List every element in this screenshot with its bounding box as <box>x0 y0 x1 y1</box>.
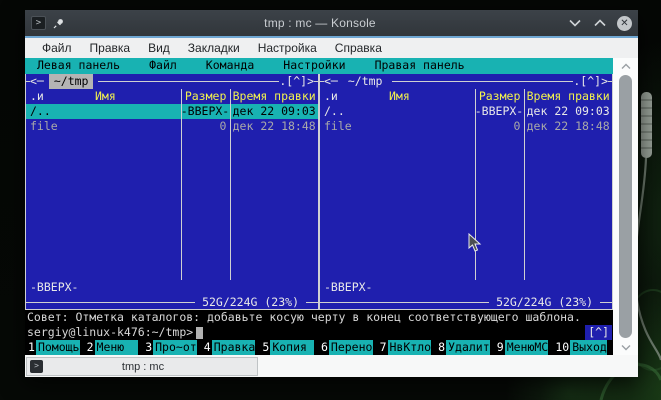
left-panel-column-headers: .и Имя Размер Время правки <box>26 89 318 104</box>
fkey-view[interactable]: 3Про~отр <box>144 340 203 355</box>
menu-file[interactable]: Файл <box>33 41 81 55</box>
history-badge[interactable]: [^] <box>585 325 612 340</box>
mc-menu-file[interactable]: Файл <box>149 58 177 74</box>
titlebar[interactable]: > tmp : mc — Konsole ✕ <box>25 10 638 36</box>
fkey-edit[interactable]: 4Правка <box>203 340 262 355</box>
mc-menu-options[interactable]: Настройки <box>283 58 345 74</box>
fkey-quit[interactable]: 10Выход <box>554 340 613 355</box>
fkey-delete[interactable]: 8Удалить <box>437 340 496 355</box>
fkey-help[interactable]: 1Помощь <box>27 340 86 355</box>
minimize-button[interactable] <box>567 15 583 31</box>
mc-menu-command[interactable]: Команда <box>206 58 254 74</box>
mc-menu-right-panel[interactable]: Правая панель <box>375 58 465 74</box>
col-header-name[interactable]: Имя <box>95 89 116 103</box>
panel-back-marker[interactable]: <─ <box>324 74 338 89</box>
scrollbar-thumb[interactable] <box>619 75 632 338</box>
left-free-space: 52G/224G (23%) <box>195 295 306 310</box>
fkey-menu[interactable]: 2Меню <box>86 340 145 355</box>
right-panel-header-line: <─ ~/tmp .[^]> <box>320 74 612 89</box>
col-header-mtime[interactable]: Время правки <box>524 89 612 104</box>
konsole-menubar: Файл Правка Вид Закладки Настройка Справ… <box>25 38 638 58</box>
maximize-button[interactable] <box>592 15 608 31</box>
left-panel-ministatus: -ВВЕРХ- <box>26 280 318 295</box>
mc-menubar: Левая панель Файл Команда Настройки Прав… <box>25 58 613 74</box>
panel-up-marker[interactable]: .[^]> <box>573 74 608 89</box>
right-free-space: 52G/224G (23%) <box>489 295 600 310</box>
right-panel-column-headers: .и Имя Размер Время правки <box>320 89 612 104</box>
left-panel-footer: 52G/224G (23%) <box>26 295 318 309</box>
konsole-app-icon: > <box>31 16 46 30</box>
file-row-updir-selected[interactable]: /.. -ВВЕРХ- дек 22 09:03 <box>26 104 318 119</box>
left-panel-path[interactable]: ~/tmp <box>49 74 94 89</box>
right-panel-path[interactable]: ~/tmp <box>343 74 388 89</box>
shell-prompt: sergiy@linux-k476:~/tmp> <box>27 325 193 340</box>
left-panel-header-line: <─ ~/tmp .[^]> <box>26 74 318 89</box>
pin-icon[interactable] <box>53 17 65 29</box>
column-separator <box>230 89 231 280</box>
shell-prompt-line[interactable]: sergiy@linux-k476:~/tmp> [^] <box>25 325 613 340</box>
close-button[interactable]: ✕ <box>617 16 632 31</box>
file-row[interactable]: file 0 дек 22 18:48 <box>320 119 612 134</box>
tab-tmp-mc[interactable]: > tmp : mc <box>26 357 258 376</box>
mc-menu-left-panel[interactable]: Левая панель <box>37 58 120 74</box>
fkey-pulldn[interactable]: 9МенюМС <box>496 340 555 355</box>
konsole-tabbar: > tmp : mc <box>25 355 638 377</box>
left-panel-body: .и Имя Размер Время правки /.. -ВВЕРХ- де… <box>26 89 318 295</box>
col-header-size[interactable]: Размер <box>475 89 525 104</box>
right-panel-footer: 52G/224G (23%) <box>320 295 612 309</box>
konsole-window: > tmp : mc — Konsole ✕ <box>25 10 638 377</box>
panel-back-marker[interactable]: <─ <box>30 74 44 89</box>
tab-label: tmp : mc <box>49 361 257 373</box>
menu-bookmarks[interactable]: Закладки <box>179 41 249 55</box>
terminal-area: Левая панель Файл Команда Настройки Прав… <box>25 58 638 355</box>
function-key-bar: 1Помощь 2Меню 3Про~отр 4Правка 5Копия 6П… <box>25 340 613 355</box>
fkey-mkdir[interactable]: 7НвКтлог <box>379 340 438 355</box>
text-cursor <box>196 327 203 339</box>
scroll-down-icon[interactable] <box>613 340 638 354</box>
column-separator <box>181 89 182 280</box>
right-panel-ministatus: -ВВЕРХ- <box>320 280 612 295</box>
fkey-copy[interactable]: 5Копия <box>261 340 320 355</box>
mc-hint-line: Совет: Отметка каталогов: добавьте косую… <box>25 310 613 325</box>
file-row-updir[interactable]: /.. -ВВЕРХ- дек 22 09:03 <box>320 104 612 119</box>
sort-indicator[interactable]: .и <box>30 89 44 104</box>
terminal-tab-icon: > <box>30 360 43 373</box>
mouse-pointer-icon <box>468 233 482 253</box>
menu-settings[interactable]: Настройка <box>249 41 326 55</box>
mc-panels: <─ ~/tmp .[^]> .и Имя Размер <box>25 74 613 310</box>
col-header-mtime[interactable]: Время правки <box>230 89 318 104</box>
right-panel-body: .и Имя Размер Время правки /.. -ВВЕРХ- де… <box>320 89 612 295</box>
col-header-size[interactable]: Размер <box>181 89 231 104</box>
panel-up-marker[interactable]: .[^]> <box>279 74 314 89</box>
window-title: tmp : mc — Konsole <box>73 16 567 30</box>
column-separator <box>524 89 525 280</box>
fkey-move[interactable]: 6Перенос <box>320 340 379 355</box>
left-panel: <─ ~/tmp .[^]> .и Имя Размер <box>25 74 319 310</box>
sort-indicator[interactable]: .и <box>324 89 338 104</box>
col-header-name[interactable]: Имя <box>389 89 410 103</box>
scroll-up-icon[interactable] <box>613 59 638 73</box>
file-row[interactable]: file 0 дек 22 18:48 <box>26 119 318 134</box>
midnight-commander: Левая панель Файл Команда Настройки Прав… <box>25 58 613 355</box>
desktop: > tmp : mc — Konsole ✕ <box>0 0 661 400</box>
menu-view[interactable]: Вид <box>139 41 179 55</box>
right-panel: <─ ~/tmp .[^]> .и Имя Размер <box>319 74 613 310</box>
menu-edit[interactable]: Правка <box>81 41 140 55</box>
menu-help[interactable]: Справка <box>326 41 391 55</box>
terminal-scrollbar[interactable] <box>613 58 638 355</box>
